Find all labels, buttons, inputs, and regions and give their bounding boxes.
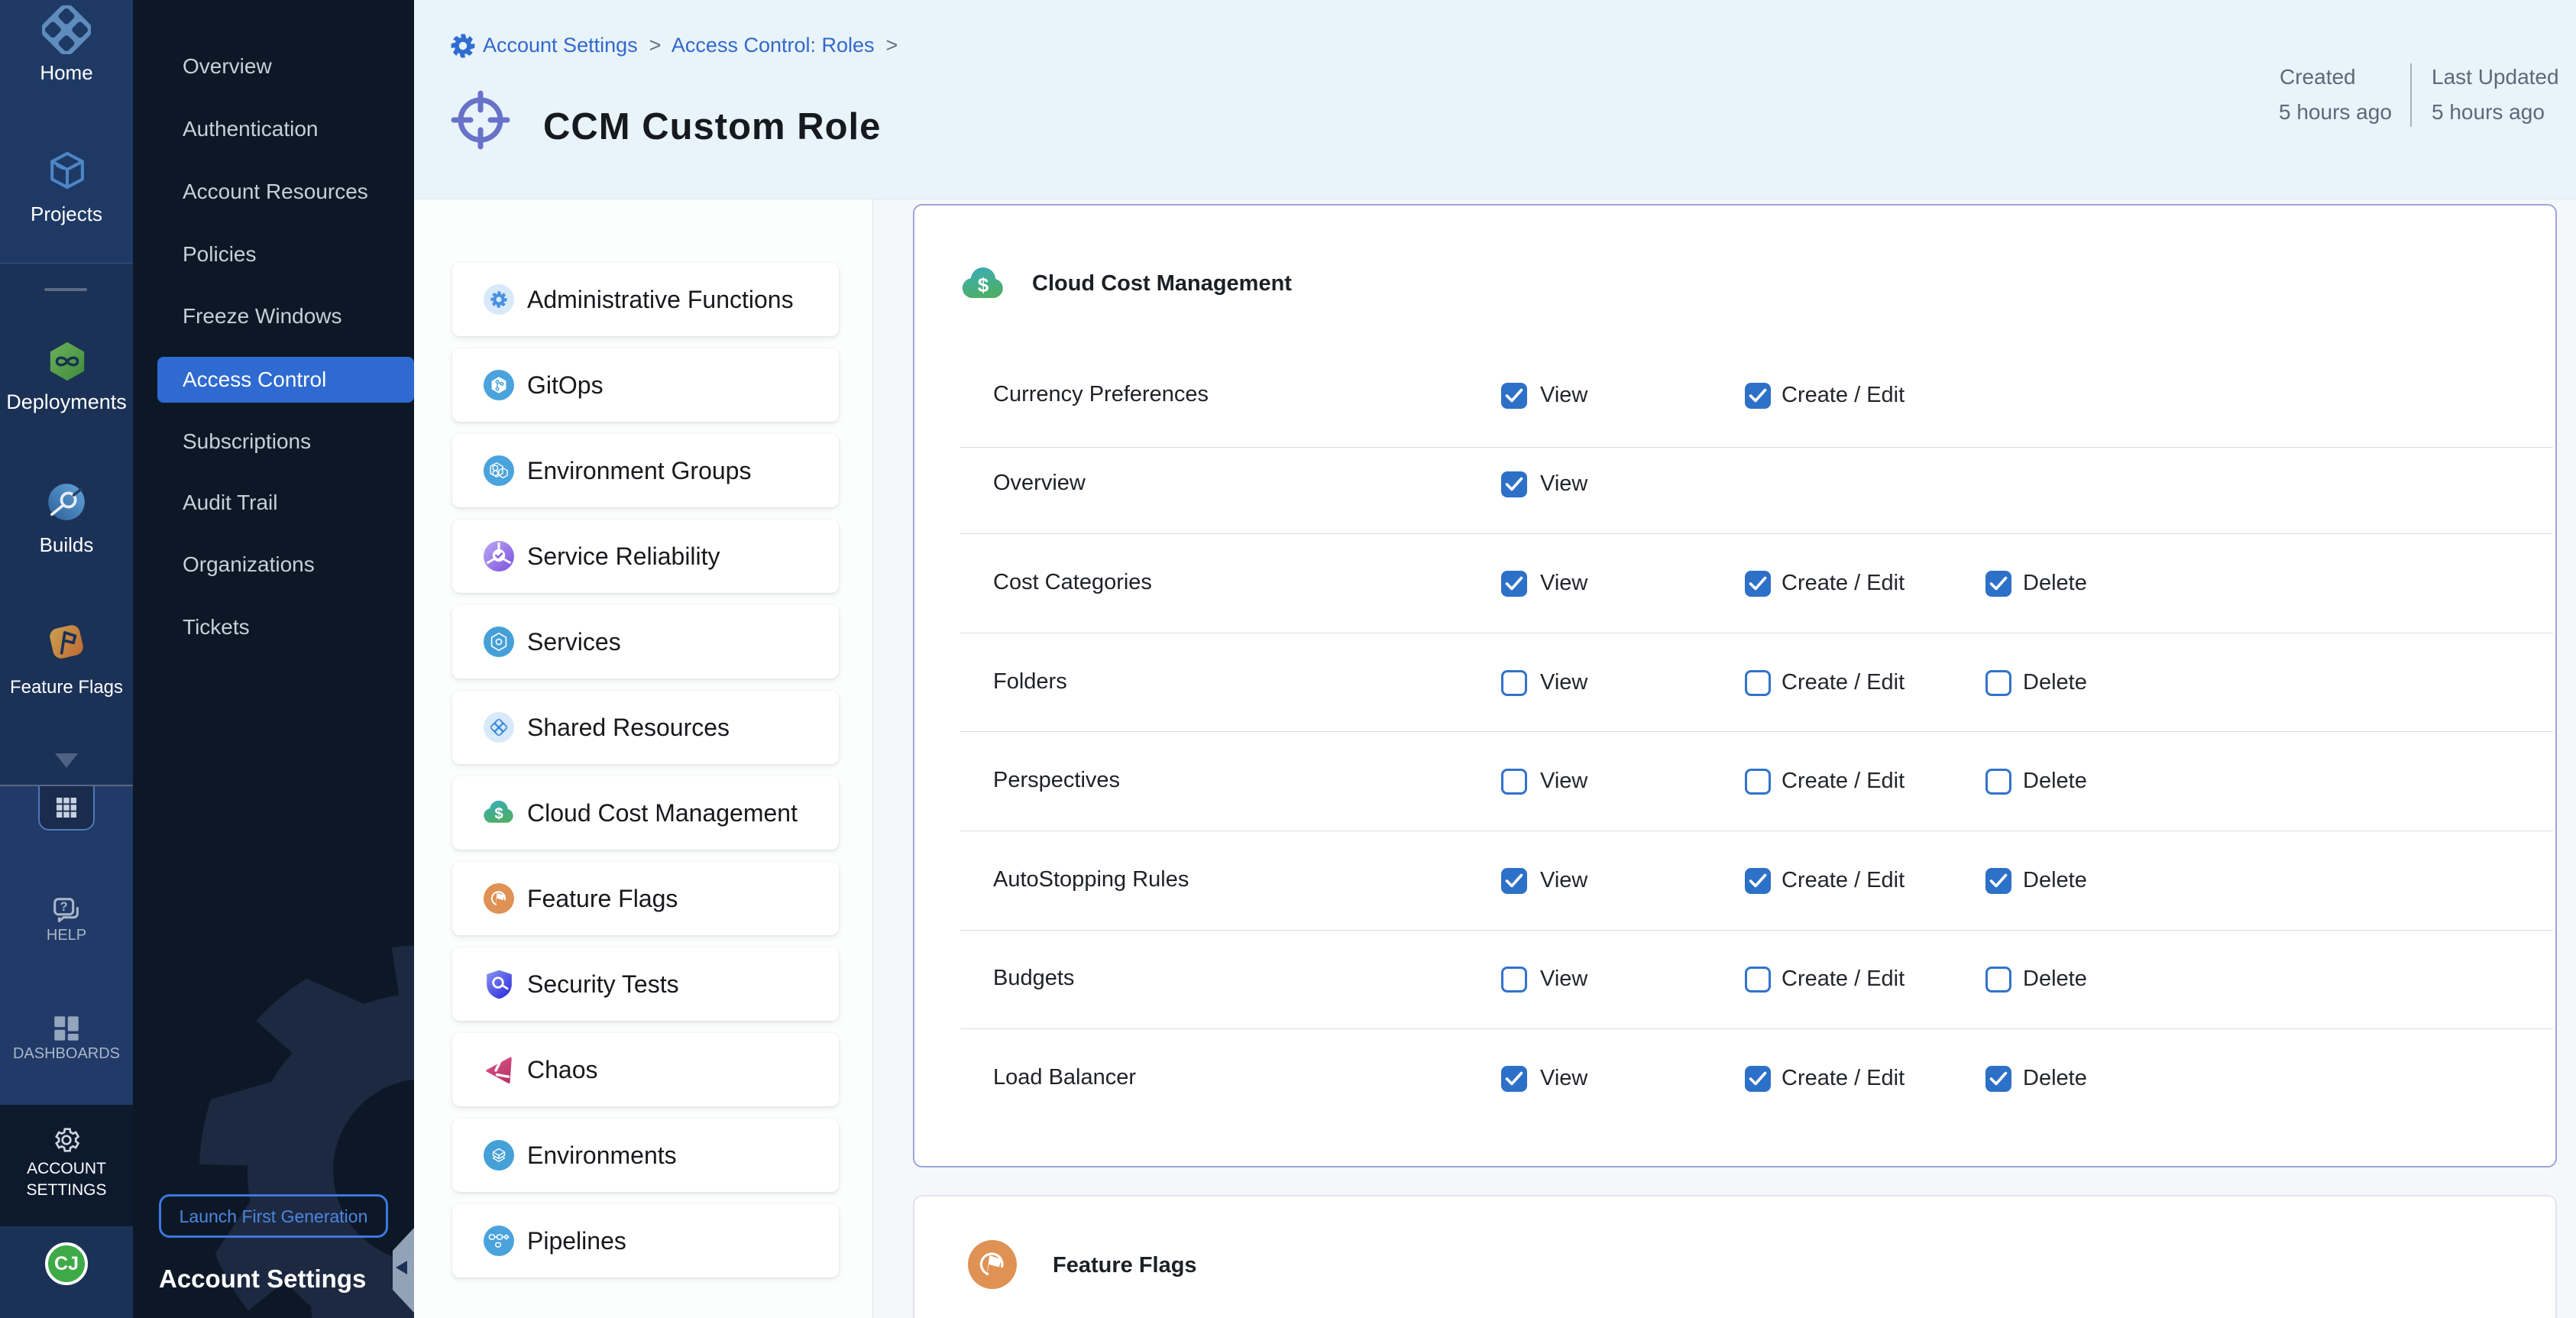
svg-text:$: $: [978, 274, 989, 296]
svg-text:$: $: [494, 806, 503, 823]
svg-text:?: ?: [60, 900, 68, 914]
